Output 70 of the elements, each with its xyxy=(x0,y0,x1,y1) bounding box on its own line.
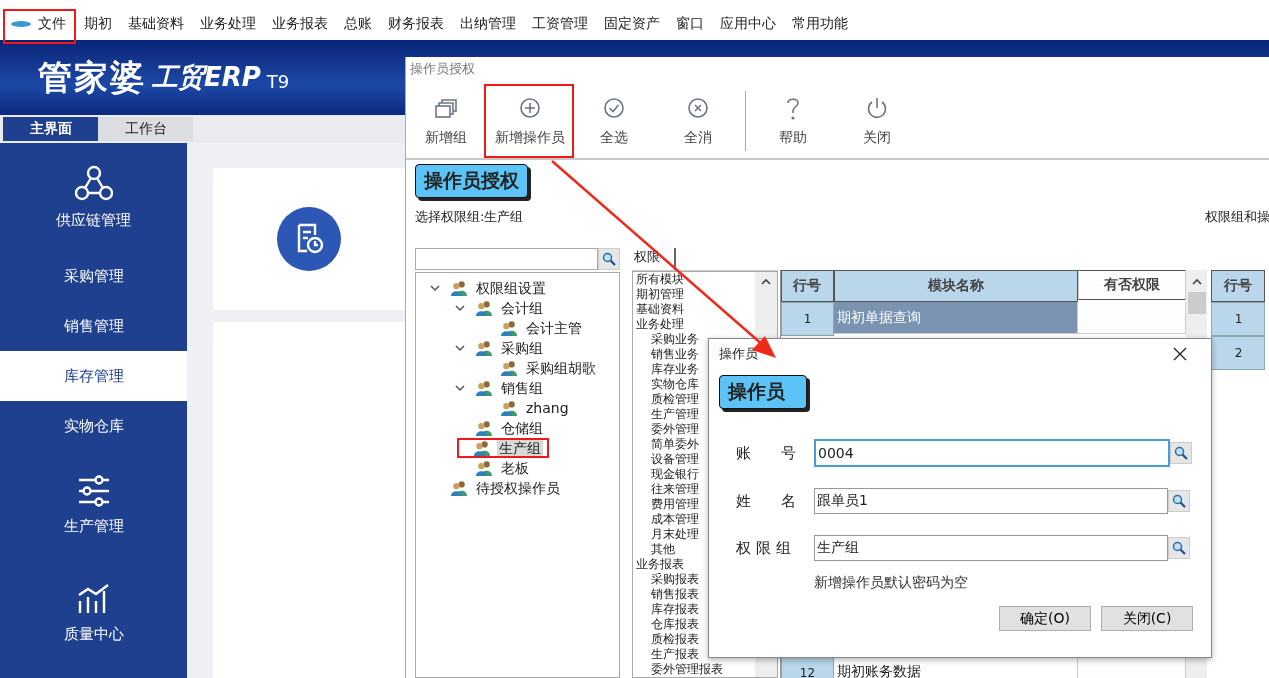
menu-item[interactable]: 工资管理 xyxy=(524,9,596,39)
toolbar-button[interactable]: 关闭 xyxy=(840,90,914,153)
column-header: 模块名称 xyxy=(833,270,1078,302)
logo-text: 工贸ERP xyxy=(152,61,261,94)
field-label: 姓 名 xyxy=(736,491,797,511)
module-item[interactable]: 委外管理报表 xyxy=(632,662,756,677)
field-label: 权 限 组 xyxy=(736,538,792,558)
menu-item[interactable]: 业务处理 xyxy=(192,9,264,39)
row-number: 12 xyxy=(781,656,834,678)
menu-item[interactable]: 文件 xyxy=(4,9,76,39)
tree-item[interactable]: 会计主管 xyxy=(524,320,584,336)
tree-item[interactable]: 采购组胡歌 xyxy=(524,360,598,376)
toolbar-button[interactable]: 新增操作员 xyxy=(493,90,567,153)
nav-item[interactable]: 采购管理 xyxy=(0,251,187,301)
menu-item[interactable]: 总账 xyxy=(336,9,380,39)
tab[interactable]: 权限 xyxy=(631,248,676,270)
menu-item[interactable]: 常用功能 xyxy=(784,9,856,39)
tree-item[interactable]: 老板 xyxy=(499,460,531,476)
nav-item[interactable]: 供应链管理 xyxy=(0,143,187,251)
tree-item[interactable]: 生产组 xyxy=(497,440,543,456)
tree-item[interactable]: 采购组 xyxy=(499,340,545,356)
input-field[interactable]: 跟单员1 xyxy=(814,488,1168,514)
hint-text: 新增操作员默认密码为空 xyxy=(814,574,969,592)
menu-item[interactable]: 期初 xyxy=(76,9,120,39)
row-number: 1 xyxy=(1211,302,1266,336)
tree-item[interactable]: 待授权操作员 xyxy=(474,480,562,496)
column-header: 有否权限 xyxy=(1077,270,1186,300)
group-label: 选择权限组:生产组 xyxy=(415,208,524,226)
menu-item[interactable]: 出纳管理 xyxy=(452,9,524,39)
window-title: 操作员授权 xyxy=(409,60,476,78)
nav-item[interactable]: 销售管理 xyxy=(0,301,187,351)
module-item[interactable]: 所有模块 xyxy=(632,272,756,287)
tree-item[interactable]: 权限组设置 xyxy=(474,280,548,296)
column-header: 行号 xyxy=(1211,270,1266,302)
toolbar-button[interactable]: 帮助 xyxy=(756,90,830,153)
menu-item[interactable]: 财务报表 xyxy=(380,9,452,39)
row-number: 1 xyxy=(781,302,834,336)
tree-item[interactable]: zhang xyxy=(524,400,571,416)
menu-item[interactable]: 固定资产 xyxy=(596,9,668,39)
module-item[interactable]: 基础资料 xyxy=(632,302,756,317)
main-tab[interactable]: 工作台 xyxy=(98,117,193,141)
dialog-button[interactable]: 确定(O) xyxy=(999,606,1091,631)
input-field[interactable]: 生产组 xyxy=(814,535,1168,561)
main-tab[interactable]: 主界面 xyxy=(3,117,98,141)
input-field[interactable]: 0004 xyxy=(814,439,1170,467)
menu-item[interactable]: 窗口 xyxy=(668,9,712,39)
field-label: 账 号 xyxy=(736,443,797,463)
nav-item[interactable]: 库存管理 xyxy=(0,351,187,401)
menu-item[interactable]: 应用中心 xyxy=(712,9,784,39)
section-heading: 操作员 xyxy=(719,375,807,409)
module-item[interactable]: 业务处理 xyxy=(632,317,756,332)
toolbar-button[interactable]: 全选 xyxy=(577,90,651,153)
logo-text: T9 xyxy=(266,71,290,92)
column-header: 行号 xyxy=(781,270,834,302)
panel-label: 权限组和操 xyxy=(1205,208,1269,226)
nav-item[interactable]: 质量中心 xyxy=(0,559,187,667)
toolbar-button[interactable]: 新增组 xyxy=(409,90,483,153)
menu-item[interactable]: 业务报表 xyxy=(264,9,336,39)
tree-item[interactable]: 会计组 xyxy=(499,300,545,316)
module-item[interactable]: 期初管理 xyxy=(632,287,756,302)
nav-item[interactable]: 生产管理 xyxy=(0,451,187,559)
toolbar-button[interactable]: 全消 xyxy=(661,90,735,153)
logo-text: 管家婆 xyxy=(38,55,146,99)
row-number: 2 xyxy=(1211,336,1266,370)
section-heading: 操作员授权 xyxy=(415,164,528,198)
nav-item[interactable]: 实物仓库 xyxy=(0,401,187,451)
menu-item[interactable]: 基础资料 xyxy=(120,9,192,39)
tree-item[interactable]: 仓储组 xyxy=(499,420,545,436)
dialog-button[interactable]: 关闭(C) xyxy=(1101,606,1193,631)
tree-item[interactable]: 销售组 xyxy=(499,380,545,396)
